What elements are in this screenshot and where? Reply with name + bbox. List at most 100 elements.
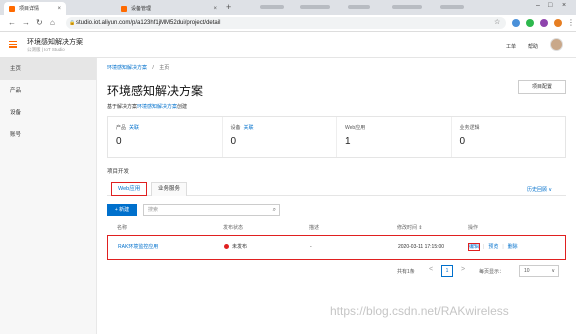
col-modified[interactable]: 修改时间 ⇕ [397, 222, 468, 234]
app-name-link[interactable]: RAK环境监控应用 [108, 236, 224, 259]
page-1-button[interactable]: 1 [441, 265, 453, 277]
project-title[interactable]: 环境感知解决方案 [27, 37, 83, 47]
close-tab-icon[interactable]: × [57, 6, 61, 12]
new-tab-button[interactable]: + [226, 2, 231, 12]
help-link[interactable]: 帮助 [528, 43, 538, 50]
url-text: studio.iot.aliyun.com/p/a123hf1jMM52dui/… [76, 20, 221, 26]
page-size-select[interactable]: 10 ∨ [519, 265, 559, 277]
sidebar-item-accounts[interactable]: 账号 [0, 124, 96, 146]
bookmark-star-icon[interactable]: ☆ [494, 18, 500, 26]
stat-products: 产品 关联 0 [108, 117, 222, 157]
app-header: 环境感知解决方案 公测版 | IoT Studio 工单 帮助 [0, 32, 576, 58]
close-window-icon[interactable]: × [562, 2, 566, 9]
main-content: 环境感知解决方案 / 主页 环境感知解决方案 项目配置 基于解决方案环境感知解决… [97, 58, 576, 334]
close-tab-icon[interactable]: × [213, 6, 217, 12]
col-status: 发布状态 [223, 225, 244, 231]
delete-link[interactable]: 删除 [508, 244, 518, 250]
sidebar-item-home[interactable]: 主页 [0, 58, 96, 80]
total-count: 共有1条 [397, 269, 415, 275]
lock-icon: 🔒 [69, 20, 76, 26]
description-cell: - [310, 244, 312, 250]
stats-panel: 产品 关联 0 设备 关联 0 Web应用 1 业务逻辑 0 [107, 116, 566, 158]
next-page-button[interactable]: > [461, 266, 465, 273]
col-name: 名称 [117, 225, 128, 231]
blurred-bookmark [440, 5, 464, 9]
back-icon[interactable]: ← [8, 18, 16, 27]
stat-value: 0 [230, 136, 237, 147]
search-input[interactable]: 搜索 ⌕ [143, 204, 280, 216]
minimize-icon[interactable]: – [536, 2, 540, 9]
preview-link[interactable]: 预览 [488, 244, 498, 250]
actions-cell: 编辑 | 预览 | 删除 [467, 236, 565, 259]
tab-web-app[interactable]: Web应用 [111, 182, 148, 196]
tab-business-service[interactable]: 业务服务 [151, 182, 188, 196]
stat-business-logic: 业务逻辑 0 [450, 117, 566, 157]
avatar[interactable] [550, 38, 563, 51]
maximize-icon[interactable]: □ [548, 2, 552, 9]
solution-link[interactable]: 环境感知解决方案 [137, 104, 177, 110]
sidebar-item-devices[interactable]: 设备 [0, 102, 96, 124]
new-button[interactable]: + 新建 [107, 204, 137, 216]
browser-tab-bar: 项目详情 × 设备管理 × + – □ × [0, 0, 576, 15]
stat-label: 设备 [230, 125, 241, 131]
url-field[interactable]: 🔒 studio.iot.aliyun.com/p/a123hf1jMM52du… [66, 17, 506, 29]
history-link[interactable]: 历史回顾 ∨ [527, 186, 552, 193]
chevron-down-icon: ∨ [551, 268, 555, 274]
modified-cell: 2020-03-11 17:15:00 [398, 244, 445, 250]
breadcrumb-separator: / [152, 65, 154, 71]
unpublished-status-icon [224, 244, 229, 250]
stat-web-apps: Web应用 1 [336, 117, 451, 157]
edit-link[interactable]: 编辑 [467, 243, 481, 251]
hamburger-menu-icon[interactable] [9, 41, 17, 49]
associate-products-link[interactable]: 关联 [129, 125, 139, 131]
browser-menu-icon[interactable]: ⋮ [567, 18, 575, 27]
status-text: 未发布 [232, 244, 248, 250]
col-actions: 操作 [468, 225, 479, 231]
dev-tabs: Web应用 业务服务 [107, 182, 566, 196]
breadcrumb: 环境感知解决方案 / 主页 [107, 64, 169, 71]
table-header: 名称 发布状态 描述 修改时间 ⇕ 操作 [107, 222, 566, 234]
stat-value: 1 [345, 136, 351, 147]
divider: | [502, 244, 504, 250]
page-size-value: 10 [524, 268, 530, 274]
aliyun-favicon-icon [121, 5, 127, 12]
extension-icon[interactable] [526, 19, 534, 27]
section-label: 项目开发 [107, 169, 130, 175]
page-size-label: 每页显示： [479, 269, 505, 275]
breadcrumb-root-link[interactable]: 环境感知解决方案 [107, 65, 147, 71]
ticket-link[interactable]: 工单 [506, 43, 516, 50]
extension-icon[interactable] [554, 19, 562, 27]
profile-icon[interactable] [540, 19, 548, 27]
stat-devices: 设备 关联 0 [221, 117, 337, 157]
blurred-bookmark [300, 5, 330, 9]
blurred-bookmark [348, 5, 370, 9]
search-icon[interactable]: ⌕ [273, 205, 276, 215]
blurred-bookmark [392, 5, 422, 9]
sidebar-item-products[interactable]: 产品 [0, 80, 96, 102]
table-row: RAK环境监控应用 未发布 - 2020-03-11 17:15:00 编辑 | 预… [107, 235, 566, 260]
sidebar: 主页 产品 设备 账号 [0, 58, 97, 334]
page-title: 环境感知解决方案 [107, 84, 204, 98]
browser-tab-label: 项目详情 [19, 6, 40, 12]
stat-value: 0 [116, 136, 122, 147]
reload-icon[interactable]: ↻ [36, 18, 43, 27]
search-placeholder: 搜索 [148, 207, 159, 213]
prev-page-button[interactable]: < [429, 266, 433, 273]
browser-tab-device-management[interactable]: 设备管理 × [116, 2, 222, 15]
stat-label: Web应用 [345, 125, 366, 131]
project-subtitle: 公测版 | IoT Studio [27, 47, 65, 52]
status-cell: 未发布 [224, 236, 310, 259]
forward-icon[interactable]: → [22, 18, 30, 27]
associate-devices-link[interactable]: 关联 [244, 125, 254, 131]
watermark: https://blog.csdn.net/RAKwireless [330, 304, 509, 318]
home-icon[interactable]: ⌂ [50, 18, 55, 27]
project-description: 基于解决方案环境感知解决方案创建 [107, 103, 187, 110]
browser-tab-project-detail[interactable]: 项目详情 × [4, 2, 66, 15]
project-config-button[interactable]: 项目配置 [518, 80, 566, 94]
stat-label: 产品 [116, 125, 127, 131]
col-description: 描述 [309, 225, 320, 231]
blurred-bookmark [260, 5, 284, 9]
extension-icon[interactable] [512, 19, 520, 27]
aliyun-favicon-icon [9, 5, 15, 12]
breadcrumb-current: 主页 [159, 65, 170, 71]
